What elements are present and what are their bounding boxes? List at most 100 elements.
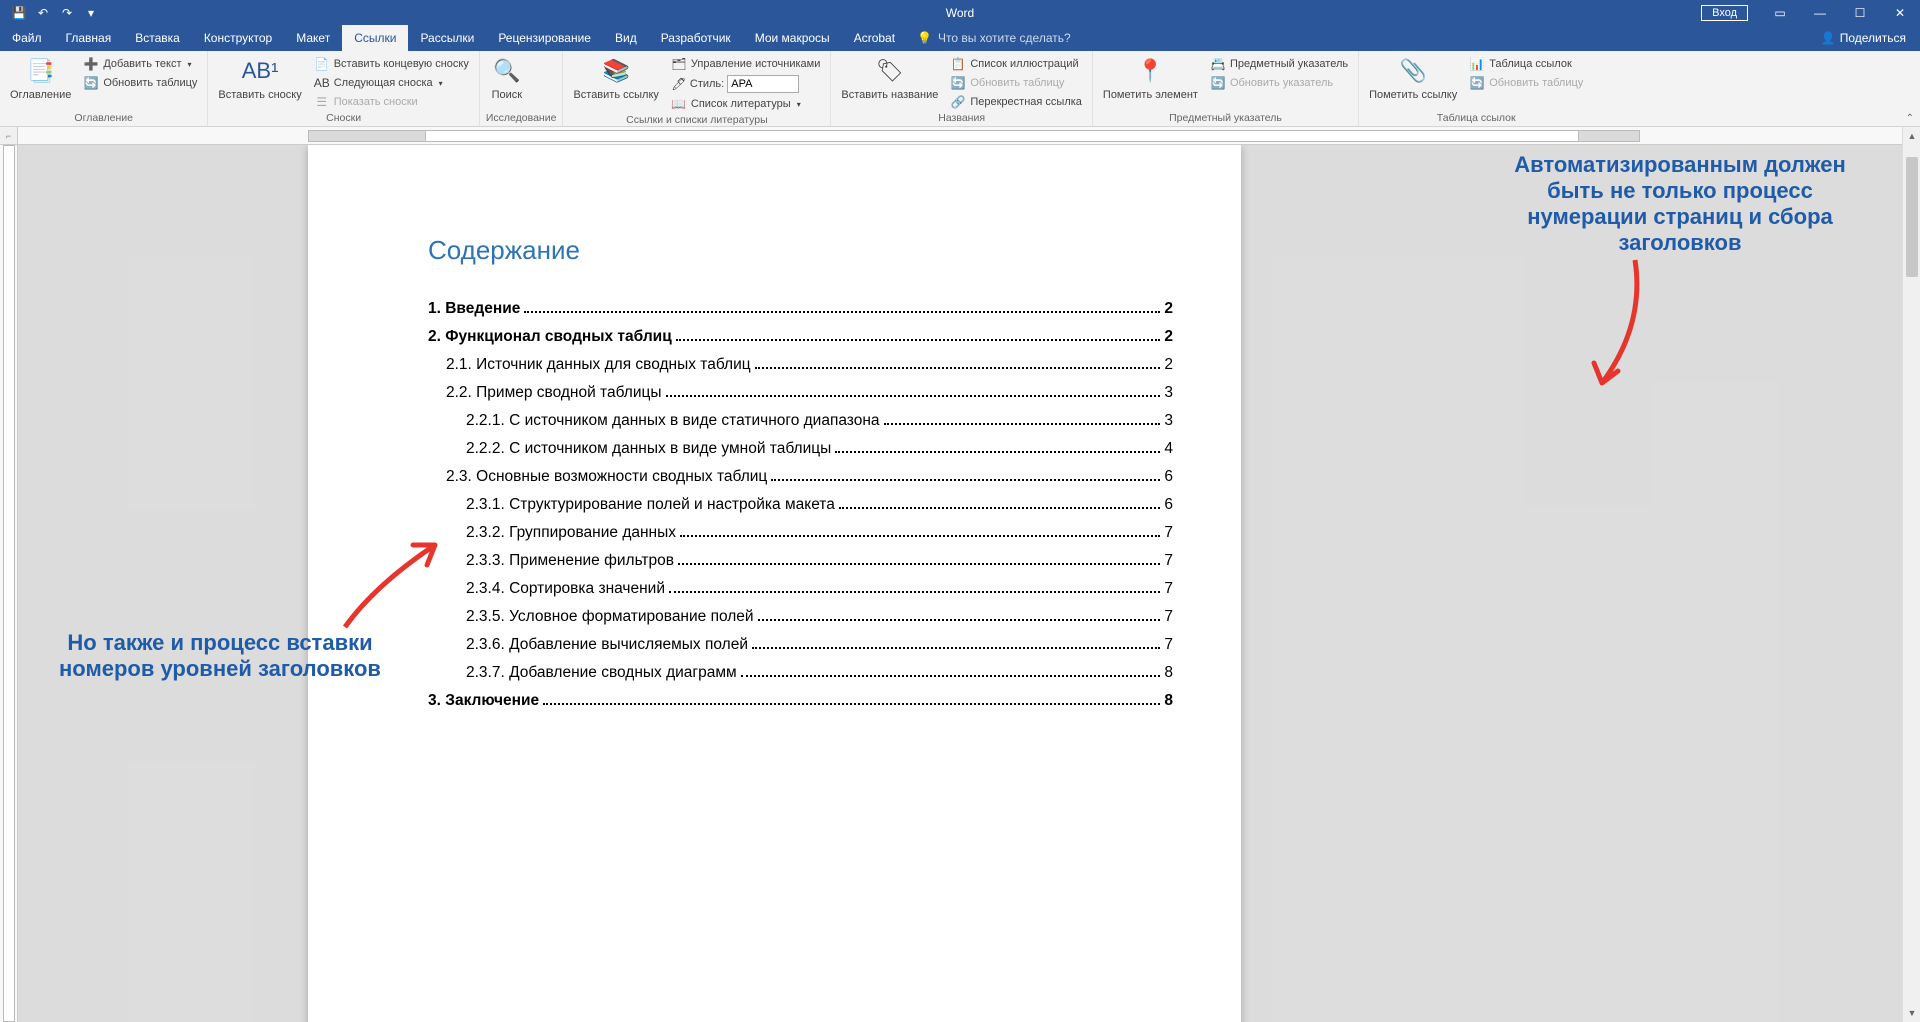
update-toa-button[interactable]: 🔄Обновить таблицу — [1465, 74, 1587, 92]
illustrations-icon: 📋 — [950, 56, 966, 72]
signin-button[interactable]: Вход — [1701, 5, 1748, 21]
ruler-horizontal[interactable] — [18, 127, 1920, 145]
insert-toa-button[interactable]: 📊 Таблица ссылок — [1465, 55, 1587, 73]
tab-mailings[interactable]: Рассылки — [408, 25, 486, 51]
update-index-label: Обновить указатель — [1230, 77, 1333, 89]
sources-icon: 🗂 — [671, 56, 687, 72]
update-captions-button[interactable]: 🔄Обновить таблицу — [946, 74, 1086, 92]
toc-entry[interactable]: 2. Функционал сводных таблиц 2 — [428, 328, 1173, 346]
insert-index-button[interactable]: 📇Предметный указатель — [1206, 55, 1352, 73]
add-text-icon: ➕ — [83, 56, 99, 72]
mark-citation-button[interactable]: 📎 Пометить ссылку — [1365, 53, 1461, 101]
ribbon-display-options-icon[interactable]: ▭ — [1760, 0, 1800, 25]
toc-entry[interactable]: 2.2.1. С источником данных в виде статич… — [428, 412, 1173, 430]
minimize-icon[interactable]: — — [1800, 0, 1840, 25]
toc-entry[interactable]: 2.2.2. С источником данных в виде умной … — [428, 440, 1173, 458]
mark-entry-icon: 📍 — [1134, 55, 1166, 87]
tab-file[interactable]: Файл — [0, 25, 54, 51]
insert-caption-button[interactable]: 🏷 Вставить название — [837, 53, 942, 101]
toc-leader-dots — [758, 619, 1161, 621]
document-workspace[interactable]: Содержание 1. Введение 22. Функционал св… — [18, 145, 1902, 1022]
scroll-up-icon[interactable]: ▲ — [1903, 127, 1920, 145]
toa-icon: 📊 — [1469, 56, 1485, 72]
toc-entry-page: 7 — [1164, 524, 1173, 542]
citation-style-select[interactable] — [727, 75, 799, 93]
tell-me-search[interactable]: 💡 Что вы хотите сделать? — [907, 25, 1081, 51]
group-toc-label: Оглавление — [6, 111, 201, 126]
scrollbar-thumb[interactable] — [1906, 157, 1918, 277]
toc-entry-page: 7 — [1164, 580, 1173, 598]
insert-footnote-button[interactable]: AB¹ Вставить сноску — [214, 53, 305, 101]
add-text-label: Добавить текст — [103, 58, 181, 70]
toc-entry-page: 8 — [1164, 664, 1173, 682]
tab-developer[interactable]: Разработчик — [649, 25, 743, 51]
mark-entry-button[interactable]: 📍 Пометить элемент — [1099, 53, 1202, 101]
caption-icon: 🏷 — [874, 55, 906, 87]
vertical-scrollbar[interactable]: ▲ ▼ — [1902, 127, 1920, 1022]
group-research-label: Исследование — [486, 111, 557, 126]
illustrations-label: Список иллюстраций — [970, 58, 1078, 70]
toc-entry[interactable]: 2.3.5. Условное форматирование полей 7 — [428, 608, 1173, 626]
undo-icon[interactable]: ↶ — [32, 2, 54, 24]
toc-entry[interactable]: 2.3.7. Добавление сводных диаграмм 8 — [428, 664, 1173, 682]
share-icon: 👤 — [1821, 31, 1836, 45]
close-icon[interactable]: ✕ — [1880, 0, 1920, 25]
update-index-button[interactable]: 🔄Обновить указатель — [1206, 74, 1352, 92]
toa-label: Таблица ссылок — [1489, 58, 1572, 70]
collapse-ribbon-icon[interactable]: ⌃ — [1906, 113, 1914, 124]
add-text-button[interactable]: ➕Добавить текст▾ — [79, 55, 201, 73]
toc-entry[interactable]: 1. Введение 2 — [428, 300, 1173, 318]
crossref-icon: 🔗 — [950, 94, 966, 110]
tab-design[interactable]: Конструктор — [192, 25, 284, 51]
toc-entry-text: 2.3.1. Структурирование полей и настройк… — [466, 496, 835, 514]
toc-leader-dots — [839, 507, 1161, 509]
manage-sources-button[interactable]: 🗂Управление источниками — [667, 55, 824, 73]
save-icon[interactable]: 💾 — [8, 2, 30, 24]
insert-citation-button[interactable]: 📚 Вставить ссылку — [569, 53, 662, 101]
group-citations-label: Ссылки и списки литературы — [569, 113, 824, 128]
toc-entry[interactable]: 3. Заключение 8 — [428, 692, 1173, 710]
tab-acrobat[interactable]: Acrobat — [842, 25, 907, 51]
tab-references[interactable]: Ссылки — [342, 25, 408, 51]
tab-review[interactable]: Рецензирование — [486, 25, 603, 51]
ruler-vertical[interactable] — [0, 145, 18, 1022]
bibliography-button[interactable]: 📖Список литературы▾ — [667, 95, 824, 113]
toc-entry[interactable]: 2.3.4. Сортировка значений 7 — [428, 580, 1173, 598]
ribbon-tabs: Файл Главная Вставка Конструктор Макет С… — [0, 25, 1920, 51]
toc-button[interactable]: 📑 Оглавление — [6, 53, 75, 101]
endnote-icon: 📄 — [314, 56, 330, 72]
tab-insert[interactable]: Вставка — [123, 25, 192, 51]
maximize-icon[interactable]: ☐ — [1840, 0, 1880, 25]
tab-layout[interactable]: Макет — [284, 25, 342, 51]
redo-icon[interactable]: ↷ — [56, 2, 78, 24]
qat-customize-icon[interactable]: ▾ — [80, 2, 102, 24]
index-label: Предметный указатель — [1230, 58, 1348, 70]
tab-mymacros[interactable]: Мои макросы — [743, 25, 842, 51]
toc-label: Оглавление — [10, 89, 71, 101]
update-toa-label: Обновить таблицу — [1489, 77, 1583, 89]
toc-entry-text: 2.2.1. С источником данных в виде статич… — [466, 412, 880, 430]
toc-entry[interactable]: 2.3. Основные возможности сводных таблиц… — [428, 468, 1173, 486]
toc-entry[interactable]: 2.3.1. Структурирование полей и настройк… — [428, 496, 1173, 514]
share-button[interactable]: 👤 Поделиться — [1807, 25, 1920, 51]
search-button[interactable]: 🔍 Поиск — [486, 53, 528, 101]
toc-entry[interactable]: 2.3.3. Применение фильтров 7 — [428, 552, 1173, 570]
next-footnote-button[interactable]: ABСледующая сноска▾ — [310, 74, 473, 92]
toc-leader-dots — [669, 591, 1160, 593]
tab-home[interactable]: Главная — [54, 25, 124, 51]
scroll-down-icon[interactable]: ▼ — [1903, 1004, 1920, 1022]
document-page[interactable]: Содержание 1. Введение 22. Функционал св… — [308, 145, 1241, 1022]
tab-view[interactable]: Вид — [603, 25, 649, 51]
cross-reference-button[interactable]: 🔗Перекрестная ссылка — [946, 93, 1086, 111]
toc-entry[interactable]: 2.2. Пример сводной таблицы 3 — [428, 384, 1173, 402]
group-research: 🔍 Поиск Исследование — [480, 51, 564, 126]
toc-entry[interactable]: 2.3.2. Группирование данных 7 — [428, 524, 1173, 542]
update-toc-button[interactable]: 🔄Обновить таблицу — [79, 74, 201, 92]
toc-entry-page: 7 — [1164, 552, 1173, 570]
share-label: Поделиться — [1840, 31, 1906, 45]
insert-endnote-button[interactable]: 📄Вставить концевую сноску — [310, 55, 473, 73]
show-notes-button[interactable]: ☰Показать сноски — [310, 93, 473, 111]
toc-entry[interactable]: 2.3.6. Добавление вычисляемых полей 7 — [428, 636, 1173, 654]
toc-entry[interactable]: 2.1. Источник данных для сводных таблиц … — [428, 356, 1173, 374]
illustrations-list-button[interactable]: 📋 Список иллюстраций — [946, 55, 1086, 73]
